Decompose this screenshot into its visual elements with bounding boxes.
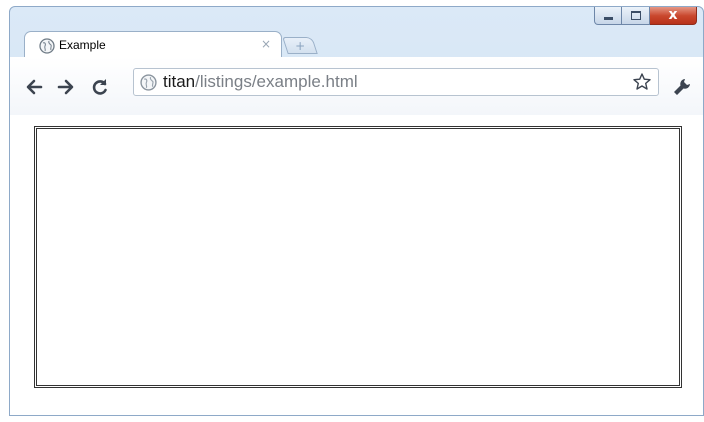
plus-icon: + <box>294 38 306 53</box>
minimize-icon <box>603 16 613 20</box>
tab-close-icon[interactable]: × <box>261 37 271 51</box>
globe-icon <box>140 74 157 91</box>
address-bar[interactable]: titan/listings/example.html <box>133 68 659 96</box>
forward-button[interactable] <box>56 77 76 97</box>
new-tab-button[interactable]: + <box>282 37 318 54</box>
back-button[interactable] <box>24 77 44 97</box>
url-text: titan/listings/example.html <box>163 72 358 92</box>
minimize-button[interactable] <box>594 7 622 25</box>
window-controls: x <box>594 7 697 25</box>
url-host: titan <box>163 72 196 91</box>
maximize-button[interactable] <box>622 7 650 25</box>
reload-button[interactable] <box>90 77 110 97</box>
reload-icon <box>92 79 107 95</box>
globe-icon <box>39 38 55 54</box>
star-icon[interactable] <box>632 72 652 92</box>
toolbar: titan/listings/example.html <box>10 57 703 116</box>
page-content <box>10 115 703 415</box>
tab-title: Example <box>59 38 106 52</box>
back-arrow-icon <box>26 79 43 95</box>
browser-window: x Example × + titan/listings/example.htm… <box>9 6 704 416</box>
bordered-box <box>34 126 682 388</box>
wrench-icon[interactable] <box>672 77 692 97</box>
forward-arrow-icon <box>57 79 74 95</box>
maximize-icon <box>630 10 641 20</box>
tab-example[interactable]: Example × <box>24 31 282 58</box>
close-window-button[interactable]: x <box>650 7 697 25</box>
url-path: /listings/example.html <box>195 72 358 91</box>
close-icon: x <box>668 7 678 23</box>
